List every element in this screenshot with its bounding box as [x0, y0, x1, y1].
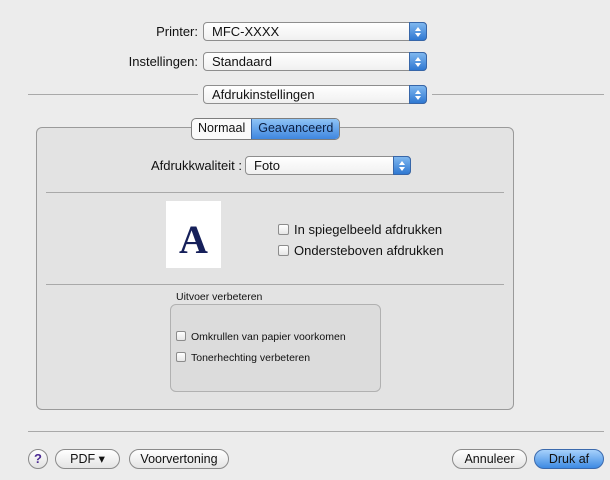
separator-line: [28, 431, 604, 432]
quality-select-value: Foto: [254, 158, 281, 173]
question-icon[interactable]: ?: [28, 449, 48, 469]
tab-geavanceerd[interactable]: Geavanceerd: [251, 119, 340, 139]
printer-label: Printer:: [156, 24, 198, 39]
panel-select-value: Afdrukinstellingen: [212, 87, 315, 102]
printer-select[interactable]: MFC-XXXX: [203, 22, 427, 41]
separator-line: [28, 94, 198, 95]
checkbox-icon[interactable]: [278, 245, 289, 256]
improve-output-group: [170, 304, 381, 392]
page-preview: A: [166, 201, 221, 268]
print-button[interactable]: Druk af: [534, 449, 604, 469]
settings-label: Instellingen:: [128, 54, 198, 69]
tab-normaal[interactable]: Normaal: [192, 119, 251, 139]
quality-select[interactable]: Foto: [245, 156, 411, 175]
preview-button[interactable]: Voorvertoning: [129, 449, 229, 469]
updown-arrows-icon: [409, 85, 427, 104]
pdf-button[interactable]: PDF ▾: [55, 449, 120, 469]
upsidedown-checkbox-label: Ondersteboven afdrukken: [294, 243, 444, 258]
separator-line: [46, 284, 504, 285]
updown-arrows-icon: [393, 156, 411, 175]
upsidedown-checkbox[interactable]: Ondersteboven afdrukken: [278, 243, 444, 258]
settings-select[interactable]: Standaard: [203, 52, 427, 71]
curl-checkbox-label: Omkrullen van papier voorkomen: [191, 331, 346, 343]
checkbox-icon[interactable]: [278, 224, 289, 235]
mirror-checkbox-label: In spiegelbeeld afdrukken: [294, 222, 443, 237]
separator-line: [432, 94, 604, 95]
preview-letter: A: [179, 217, 208, 262]
tab-segmented-control: Normaal Geavanceerd: [191, 118, 341, 140]
printer-select-value: MFC-XXXX: [212, 24, 280, 39]
mirror-checkbox[interactable]: In spiegelbeeld afdrukken: [278, 222, 442, 237]
quality-label: Afdrukkwaliteit :: [150, 158, 242, 173]
toner-checkbox-label: Tonerhechting verbeteren: [191, 352, 311, 364]
checkbox-icon[interactable]: [176, 331, 186, 341]
checkbox-icon[interactable]: [176, 352, 186, 362]
group-title: Uitvoer verbeteren: [176, 291, 263, 303]
panel-select[interactable]: Afdrukinstellingen: [203, 85, 427, 104]
settings-select-value: Standaard: [212, 54, 272, 69]
curl-checkbox[interactable]: Omkrullen van papier voorkomen: [176, 331, 346, 343]
updown-arrows-icon: [409, 22, 427, 41]
cancel-button[interactable]: Annuleer: [452, 449, 527, 469]
toner-checkbox[interactable]: Tonerhechting verbeteren: [176, 352, 310, 364]
updown-arrows-icon: [409, 52, 427, 71]
separator-line: [46, 192, 504, 193]
